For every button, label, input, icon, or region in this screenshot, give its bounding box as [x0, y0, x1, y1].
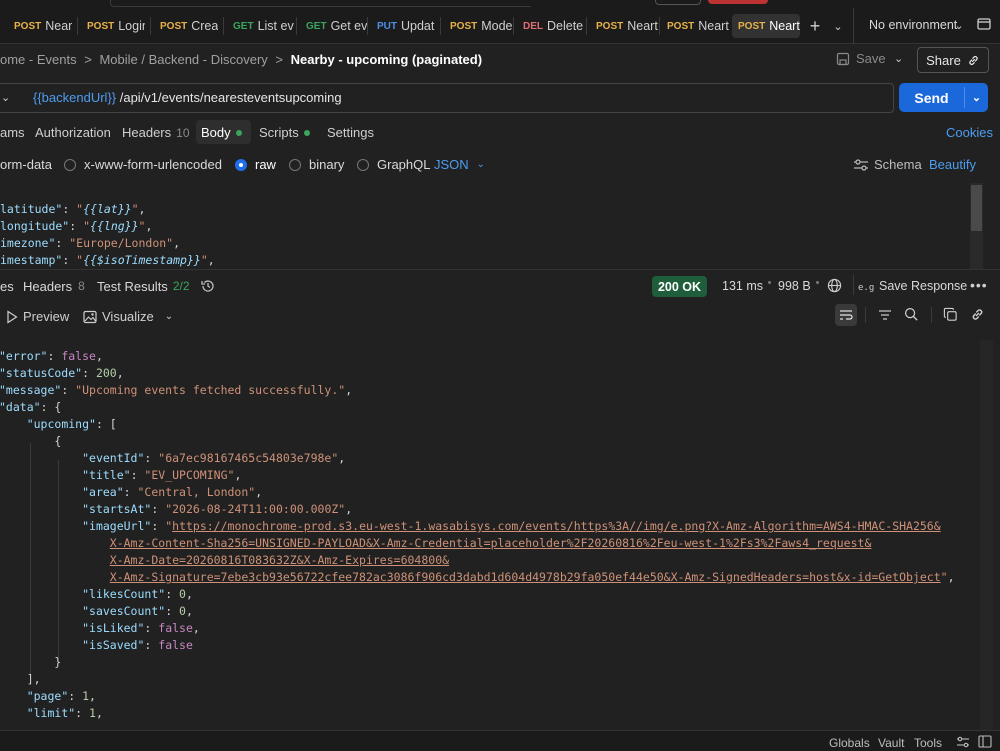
body-format-select[interactable]: JSON ⌄	[434, 157, 485, 172]
response-time[interactable]: 131 ms	[722, 279, 763, 293]
tab-scripts[interactable]: Scripts	[259, 125, 310, 140]
tools-button[interactable]: Tools	[914, 736, 942, 750]
page-title[interactable]: Nearby - upcoming (paginated)	[291, 52, 482, 67]
preview-button[interactable]: Preview	[6, 309, 69, 324]
schema-sliders-icon	[854, 158, 868, 171]
save-button[interactable]: Save	[836, 51, 886, 66]
visualize-chevron-icon: ⌄	[164, 311, 174, 322]
body-type-raw[interactable]: raw	[235, 157, 276, 172]
response-tab-test-results[interactable]: Test Results 2/2	[97, 279, 190, 294]
search-icon[interactable]	[904, 307, 920, 323]
environment-chevron-icon[interactable]: ⌄	[953, 17, 965, 33]
tab-request-10[interactable]: POST Neart	[665, 15, 729, 37]
tab-request-3[interactable]: POSTCreat	[158, 15, 218, 37]
save-response-icon: e.g	[858, 283, 874, 292]
globals-button[interactable]: Globals	[829, 736, 870, 750]
separator-dot	[768, 281, 771, 284]
tab-settings[interactable]: Settings	[327, 125, 374, 140]
share-button[interactable]: Share	[917, 47, 989, 73]
cookies-link[interactable]: Cookies	[946, 125, 993, 140]
filter-icon[interactable]	[878, 308, 892, 322]
save-response-button[interactable]: e.g Save Response	[858, 279, 967, 293]
tab-body[interactable]: Body	[201, 125, 242, 140]
tab-request-1[interactable]: POSTNeart	[12, 15, 72, 37]
top-button-edge	[655, 0, 701, 5]
body-type-urlencoded[interactable]: x-www-form-urlencoded	[64, 157, 222, 172]
method-dropdown-chevron-icon[interactable]: ⌄	[1, 91, 10, 104]
response-size[interactable]: 998 B	[778, 279, 811, 293]
send-button[interactable]: Send	[899, 83, 964, 112]
breadcrumb-item-folder[interactable]: Mobile / Backend - Discovery	[99, 52, 267, 67]
send-button-group: Send ⌄	[899, 83, 988, 112]
top-search-bar-edge	[110, 0, 531, 7]
response-body-viewer[interactable]: "error": false, "statusCode": 200, "mess…	[0, 340, 1000, 730]
beautify-button[interactable]: Beautify	[929, 157, 976, 172]
wrap-lines-icon[interactable]	[835, 304, 857, 326]
play-icon	[7, 309, 18, 324]
breadcrumb-item-collection[interactable]: ome - Events	[0, 52, 77, 67]
request-body-editor[interactable]: latitude": "{{lat}}", longitude": "{{lng…	[0, 183, 1000, 269]
body-type-graphql[interactable]: GraphQL	[357, 157, 430, 172]
request-body-code: latitude": "{{lat}}", longitude": "{{lng…	[0, 202, 215, 267]
radio-urlencoded	[64, 158, 76, 171]
request-tab-strip: POSTNeart POSTLogin POSTCreat GETList ev…	[0, 0, 1000, 44]
send-options-chevron-icon[interactable]: ⌄	[965, 83, 988, 112]
separator-dot	[816, 281, 819, 284]
tab-params[interactable]: ams	[0, 125, 25, 140]
tabs-dropdown-chevron-icon[interactable]: ⌄	[830, 16, 846, 36]
url-input[interactable]: {{backendUrl}} /api/v1/events/nearesteve…	[33, 90, 342, 105]
tab-request-8[interactable]: DEL Delete	[521, 15, 585, 37]
body-type-binary[interactable]: binary	[289, 157, 344, 172]
copy-icon[interactable]	[943, 307, 959, 323]
environment-selector[interactable]: No environment	[869, 18, 957, 32]
vault-button[interactable]: Vault	[878, 736, 904, 750]
link-icon	[969, 55, 978, 65]
settings-sliders-icon[interactable]	[956, 736, 970, 748]
tab-request-4[interactable]: GET List ev	[231, 15, 295, 37]
response-tab-body[interactable]: es	[0, 279, 14, 294]
radio-graphql	[357, 158, 369, 171]
radio-raw	[235, 158, 247, 171]
top-upgrade-button-edge	[708, 0, 768, 4]
url-bar[interactable]: ⌄ {{backendUrl}} /api/v1/events/neareste…	[0, 83, 894, 113]
environment-quick-look-icon[interactable]	[976, 16, 991, 30]
svg-text:e.g: e.g	[858, 283, 874, 292]
response-scrollbar-track[interactable]	[980, 340, 993, 730]
tab-authorization[interactable]: Authorization	[35, 125, 111, 140]
layout-panel-icon[interactable]	[978, 735, 992, 748]
tab-headers[interactable]: Headers 10	[122, 125, 190, 140]
status-badge[interactable]: 200 OK	[652, 276, 707, 297]
tab-request-active[interactable]: POST Neart	[732, 14, 800, 38]
schema-button[interactable]: Schema	[853, 157, 922, 172]
tab-request-2[interactable]: POSTLogin	[85, 15, 145, 37]
tab-request-6[interactable]: PUT Updat	[375, 15, 435, 37]
radio-binary	[289, 158, 301, 171]
url-path: /api/v1/events/nearesteventsupcoming	[116, 90, 342, 105]
save-dropdown-chevron-icon[interactable]: ⌄	[894, 52, 903, 65]
url-variable: {{backendUrl}}	[33, 90, 117, 105]
tab-request-5[interactable]: GET Get ev	[304, 15, 368, 37]
scripts-indicator-dot	[303, 129, 310, 136]
network-globe-icon[interactable]	[827, 278, 843, 294]
new-tab-plus-icon[interactable]: +	[805, 16, 825, 36]
history-icon[interactable]	[200, 278, 216, 294]
tab-request-7[interactable]: POST Mode	[448, 15, 512, 37]
more-options-icon[interactable]: •••	[970, 277, 988, 293]
request-editor-scrollbar-track[interactable]	[970, 183, 983, 269]
request-editor-scrollbar-thumb[interactable]	[971, 185, 982, 231]
body-indicator-dot	[235, 129, 242, 136]
save-icon	[836, 52, 850, 65]
body-type-form-data[interactable]: orm-data	[0, 157, 52, 172]
tab-request-9[interactable]: POST Neart	[594, 15, 658, 37]
response-body-code: "error": false, "statusCode": 200, "mess…	[0, 349, 955, 720]
breadcrumb: ome - Events > Mobile / Backend - Discov…	[0, 52, 483, 67]
image-icon	[83, 310, 97, 323]
status-bar: Globals Vault Tools	[0, 730, 1000, 751]
visualize-button[interactable]: Visualize ⌄	[83, 309, 173, 324]
copy-link-icon[interactable]	[970, 307, 986, 323]
response-tab-headers[interactable]: Headers 8	[23, 279, 85, 294]
